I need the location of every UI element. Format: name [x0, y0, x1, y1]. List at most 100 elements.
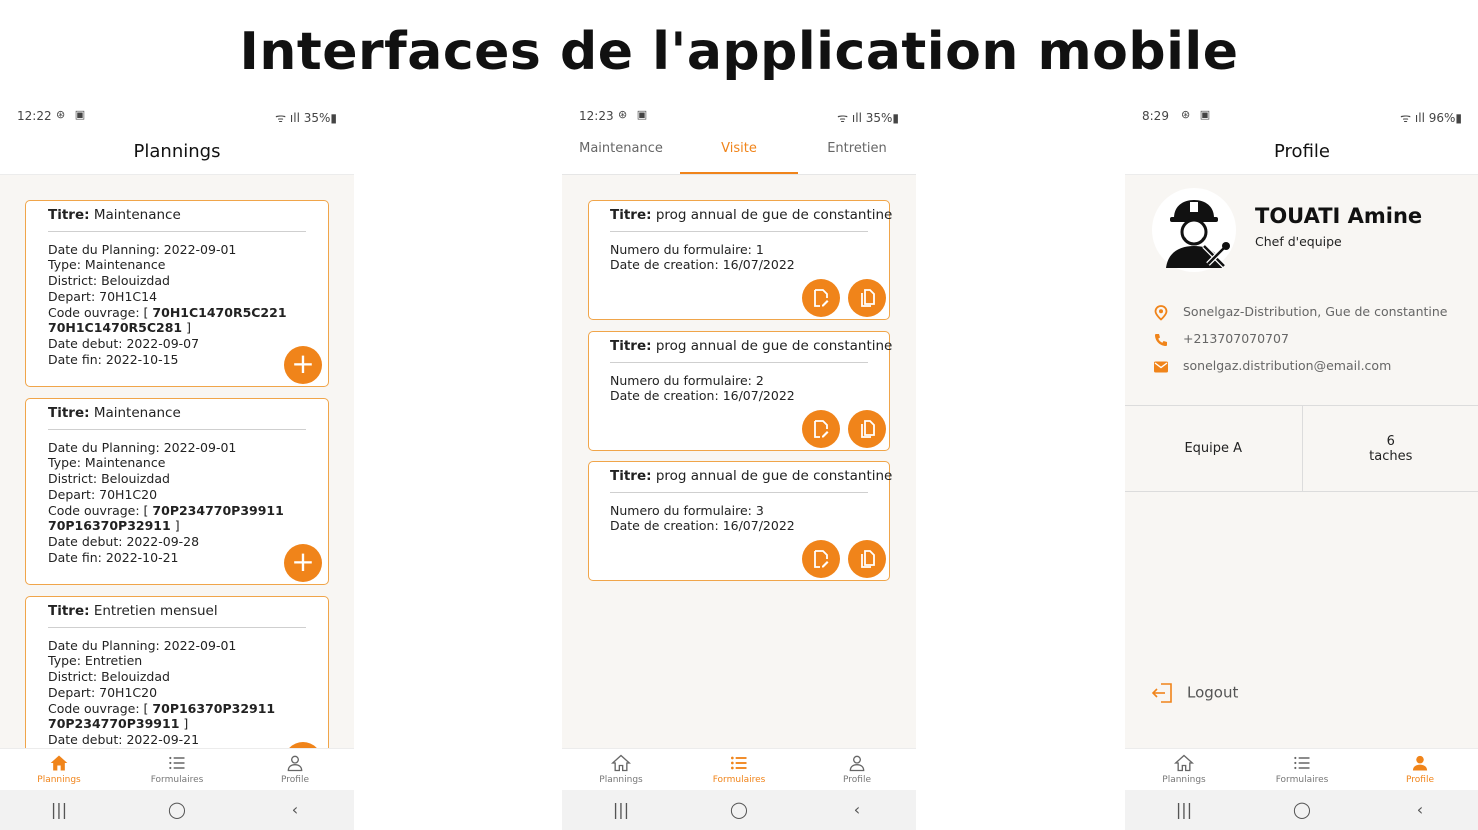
logout-button[interactable]: Logout: [1151, 682, 1238, 704]
add-button[interactable]: +: [284, 346, 322, 384]
add-button[interactable]: +: [284, 544, 322, 582]
nav-formulaires[interactable]: Formulaires: [118, 749, 236, 790]
nav-label: Plannings: [599, 775, 643, 785]
status-notification-icons: ⊛ ▣: [1181, 108, 1214, 121]
status-bar: 12:23 ⊛ ▣ ᯤ ıll 35%▮: [562, 100, 916, 132]
nav-plannings[interactable]: Plannings: [562, 749, 680, 790]
formulaires-list[interactable]: Titre: prog annual de gue de constantine…: [562, 176, 916, 748]
status-right: ᯤ ıll 35%▮: [837, 109, 899, 126]
nav-label: Profile: [1406, 775, 1434, 785]
person-icon: [1412, 755, 1428, 771]
logout-icon: [1151, 683, 1172, 703]
profile-email: sonelgaz.distribution@email.com: [1153, 358, 1391, 373]
planning-card[interactable]: Titre: Maintenance Date du Planning: 202…: [25, 200, 329, 387]
copy-document-icon: [861, 550, 875, 568]
worker-avatar-icon: [1166, 200, 1230, 268]
form-card[interactable]: Titre: prog annual de gue de constantine…: [588, 200, 892, 320]
card-title: Titre: Entretien mensuel: [48, 603, 306, 628]
card-type: Type: Maintenance: [48, 455, 166, 471]
edit-form-button[interactable]: [802, 540, 840, 578]
profile-phone: +213707070707: [1153, 331, 1289, 347]
system-navigation: ||| ◯ ‹: [0, 790, 354, 830]
back-icon[interactable]: ‹: [798, 790, 916, 830]
copy-form-button[interactable]: [848, 410, 886, 448]
planning-card[interactable]: Titre: Maintenance Date du Planning: 202…: [25, 398, 329, 585]
battery-icon: ▮: [330, 111, 337, 125]
card-code-ouvrage: Code ouvrage: [ 70H1C1470R5C221 70H1C1470…: [48, 304, 287, 336]
status-time: 8:29: [1142, 109, 1169, 123]
signal-icon: ᯤ ıll: [1400, 111, 1429, 125]
recent-apps-icon[interactable]: |||: [562, 790, 680, 830]
home-circle-icon[interactable]: ◯: [680, 790, 798, 830]
tab-maintenance[interactable]: Maintenance: [562, 132, 680, 174]
logout-label: Logout: [1187, 683, 1239, 702]
nav-label: Plannings: [37, 775, 81, 785]
signal-icon: ᯤ ıll: [275, 111, 304, 125]
person-icon: [287, 755, 303, 772]
edit-form-button[interactable]: [802, 279, 840, 317]
form-card[interactable]: Titre: prog annual de gue de constantine…: [588, 331, 892, 451]
card-date-creation: Date de creation: 16/07/2022: [610, 388, 795, 404]
card-title: Titre: Maintenance: [48, 207, 306, 232]
avatar: [1152, 188, 1236, 272]
recent-apps-icon[interactable]: |||: [0, 790, 118, 830]
planning-card[interactable]: Titre: Entretien mensuel Date du Plannin…: [25, 596, 329, 748]
profile-stats: Equipe A 6 taches: [1125, 406, 1478, 492]
plannings-list[interactable]: Titre: Maintenance Date du Planning: 202…: [0, 176, 354, 748]
list-icon: [169, 756, 185, 770]
nav-label: Profile: [843, 775, 871, 785]
nav-profile[interactable]: Profile: [798, 749, 916, 790]
edit-document-icon: [814, 420, 829, 438]
nav-profile[interactable]: Profile: [1361, 749, 1478, 790]
recent-apps-icon[interactable]: |||: [1125, 790, 1243, 830]
nav-label: Formulaires: [1275, 775, 1329, 785]
card-code-ouvrage: Code ouvrage: [ 70P16370P32911 70P234770P…: [48, 700, 276, 732]
person-icon: [849, 755, 865, 772]
nav-profile[interactable]: Profile: [236, 749, 354, 790]
home-circle-icon[interactable]: ◯: [118, 790, 236, 830]
nav-label: Profile: [281, 775, 309, 785]
nav-plannings[interactable]: Plannings: [0, 749, 118, 790]
system-navigation: ||| ◯ ‹: [1125, 790, 1478, 830]
tasks-count: 6: [1386, 433, 1395, 449]
nav-formulaires[interactable]: Formulaires: [1243, 749, 1361, 790]
home-circle-icon[interactable]: ◯: [1243, 790, 1361, 830]
card-depart: Depart: 70H1C20: [48, 684, 158, 700]
card-date-planning: Date du Planning: 2022-09-01: [48, 637, 237, 653]
home-icon: [611, 754, 631, 772]
card-date-planning: Date du Planning: 2022-09-01: [48, 439, 237, 455]
battery-icon: ▮: [1455, 111, 1462, 125]
copy-form-button[interactable]: [848, 540, 886, 578]
profile-header: TOUATI Amine Chef d'equipe Sonelgaz-Dist…: [1125, 176, 1478, 406]
plus-icon: +: [291, 545, 315, 578]
edit-document-icon: [814, 289, 829, 307]
card-type: Type: Maintenance: [48, 257, 166, 273]
copy-document-icon: [861, 289, 875, 307]
card-date-fin: Date fin: 2022-10-15: [48, 351, 179, 367]
nav-label: Formulaires: [150, 775, 204, 785]
tab-entretien[interactable]: Entretien: [798, 132, 916, 174]
form-card[interactable]: Titre: prog annual de gue de constantine…: [588, 461, 892, 581]
edit-form-button[interactable]: [802, 410, 840, 448]
location-pin-icon: [1154, 304, 1168, 321]
tab-visite[interactable]: Visite: [680, 132, 798, 174]
back-icon[interactable]: ‹: [1361, 790, 1478, 830]
nav-plannings[interactable]: Plannings: [1125, 749, 1243, 790]
nav-formulaires[interactable]: Formulaires: [680, 749, 798, 790]
card-date-creation: Date de creation: 16/07/2022: [610, 518, 795, 534]
system-navigation: ||| ◯ ‹: [562, 790, 916, 830]
back-icon[interactable]: ‹: [236, 790, 354, 830]
card-numero: Numero du formulaire: 1: [610, 241, 764, 257]
card-district: District: Belouizdad: [48, 669, 170, 685]
copy-document-icon: [861, 420, 875, 438]
phone-icon: [1155, 333, 1167, 346]
status-time: 12:22: [17, 109, 52, 123]
copy-form-button[interactable]: [848, 279, 886, 317]
page-title: Profile: [1125, 132, 1478, 175]
plus-icon: +: [291, 347, 315, 380]
battery-level: 35%: [865, 111, 893, 125]
card-date-creation: Date de creation: 16/07/2022: [610, 257, 795, 273]
battery-level: 96%: [1428, 111, 1456, 125]
status-bar: 12:22 ⊛ ▣ ᯤ ıll 35%▮: [0, 100, 354, 132]
main-title: Interfaces de l'application mobile: [239, 22, 1239, 82]
